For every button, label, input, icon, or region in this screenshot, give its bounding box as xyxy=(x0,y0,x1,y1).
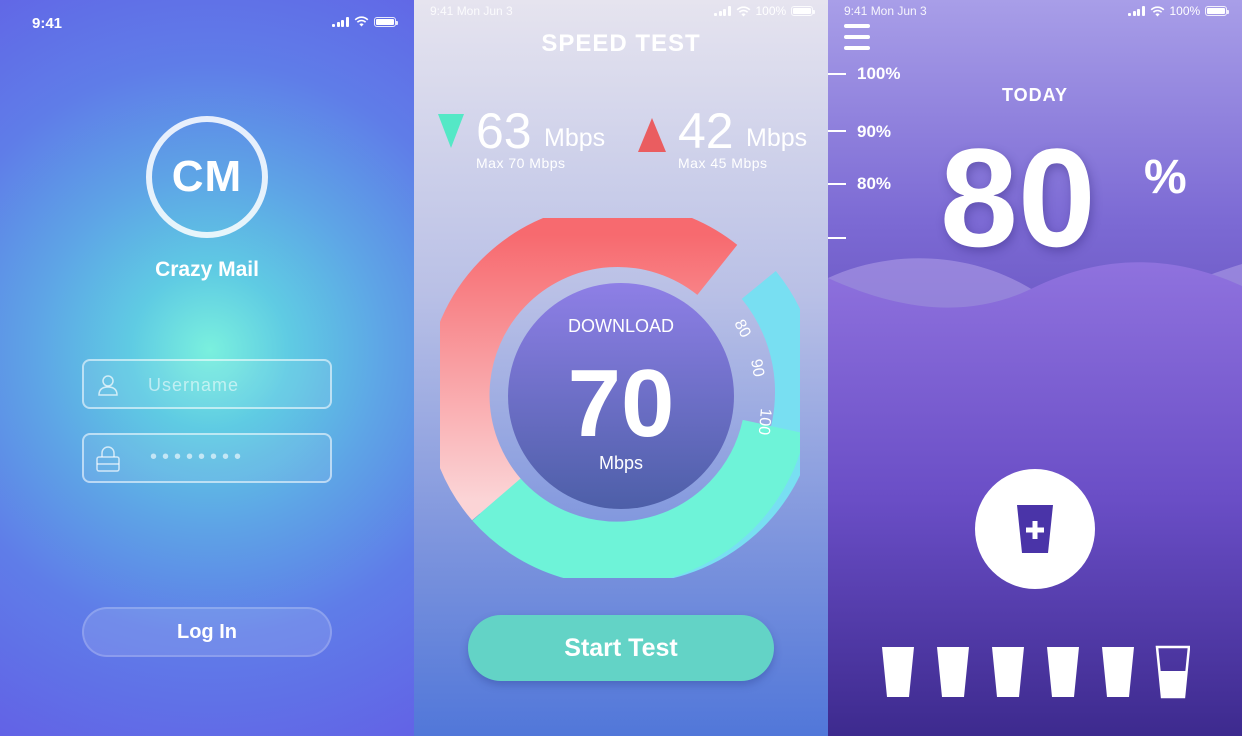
signal-icon xyxy=(332,16,349,27)
cup-empty-icon xyxy=(1155,645,1190,699)
battery-percent: 100% xyxy=(1169,4,1201,18)
page-title: SPEED TEST xyxy=(541,30,701,57)
ruler-label: 80% xyxy=(857,174,892,193)
login-button-label: Log In xyxy=(177,620,237,643)
download-arrow-icon xyxy=(438,114,464,148)
login-screen: 9:41 CM Crazy Mail Username •••••••• Log… xyxy=(0,0,414,736)
gauge-tick: 90 xyxy=(747,358,767,379)
status-icons: 100% xyxy=(1128,4,1230,18)
gauge-tick: 100 xyxy=(755,408,774,436)
upload-speed-unit: Mbps xyxy=(746,124,808,152)
speed-test-screen: 9:41 Mon Jun 3 100% SPEED TEST 63 Mbps M… xyxy=(414,0,828,736)
water-tracker-screen: 9:41 Mon Jun 3 100% 100% 90% 80% TODAY 8… xyxy=(828,0,1242,736)
app-logo: CM xyxy=(146,116,268,238)
upload-arrow-icon xyxy=(638,118,666,152)
cup-icon xyxy=(937,647,969,697)
status-time-date: 9:41 Mon Jun 3 xyxy=(430,4,513,18)
battery-percent: 100% xyxy=(755,4,787,18)
logo-text: CM xyxy=(171,152,243,201)
battery-icon xyxy=(791,6,816,16)
ruler-label: 100% xyxy=(857,64,901,83)
login-button[interactable]: Log In xyxy=(82,607,332,657)
cup-icon xyxy=(1102,647,1134,697)
wifi-icon xyxy=(1150,5,1164,16)
today-label: TODAY xyxy=(1001,85,1069,105)
download-speed-unit: Mbps xyxy=(544,124,606,152)
signal-icon xyxy=(714,6,731,16)
app-name: Crazy Mail xyxy=(155,258,259,281)
username-placeholder: Username xyxy=(148,375,240,395)
start-test-label: Start Test xyxy=(564,633,678,662)
battery-icon xyxy=(373,16,398,27)
start-test-button[interactable]: Start Test xyxy=(468,615,774,681)
upload-speed-value: 42 xyxy=(678,103,734,159)
gauge-label: DOWNLOAD xyxy=(568,316,674,336)
percent-sign: % xyxy=(1144,151,1187,204)
speed-gauge: 80 90 100 DOWNLOAD 70 Mbps xyxy=(440,218,800,578)
cup-icon xyxy=(992,647,1024,697)
username-field[interactable]: Username xyxy=(82,359,332,409)
gauge-tick: 80 xyxy=(730,317,753,341)
lock-icon xyxy=(96,446,120,472)
status-time: 9:41 xyxy=(32,15,63,32)
ruler-label: 90% xyxy=(857,122,892,141)
cup-icon xyxy=(1047,647,1079,697)
gauge-unit: Mbps xyxy=(599,453,643,473)
wifi-icon xyxy=(354,16,368,27)
upload-max: Max 45 Mbps xyxy=(678,155,768,171)
wifi-icon xyxy=(736,5,750,16)
add-cup-icon xyxy=(1017,505,1053,553)
download-max: Max 70 Mbps xyxy=(476,155,566,171)
user-icon xyxy=(98,375,118,396)
status-icons xyxy=(332,16,398,27)
download-speed-value: 63 xyxy=(476,103,532,159)
password-mask: •••••••• xyxy=(150,446,247,468)
cups-row xyxy=(882,645,1190,699)
cup-icon xyxy=(882,647,914,697)
add-water-button[interactable] xyxy=(975,469,1095,589)
gauge-value: 70 xyxy=(568,350,675,457)
battery-icon xyxy=(1205,6,1230,16)
status-icons: 100% xyxy=(714,4,816,18)
signal-icon xyxy=(1128,6,1145,16)
password-field[interactable]: •••••••• xyxy=(82,433,332,483)
